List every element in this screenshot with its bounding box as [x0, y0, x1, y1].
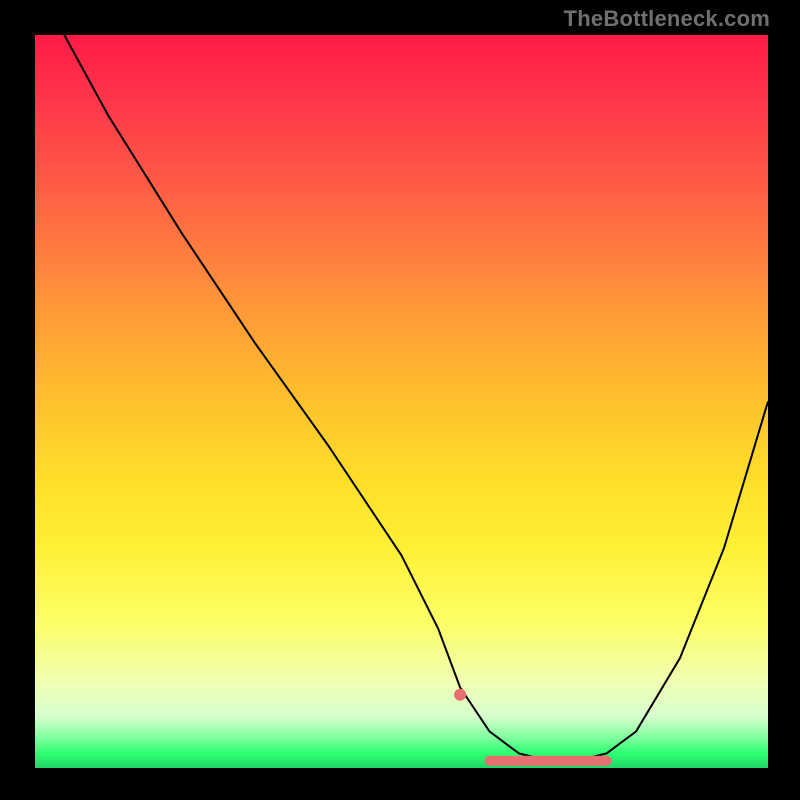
plot-area: [35, 35, 768, 768]
curve-line: [64, 35, 768, 761]
plot-svg: [35, 35, 768, 768]
chart-frame: TheBottleneck.com: [0, 0, 800, 800]
watermark-text: TheBottleneck.com: [564, 6, 770, 32]
marker-dot: [454, 689, 466, 701]
